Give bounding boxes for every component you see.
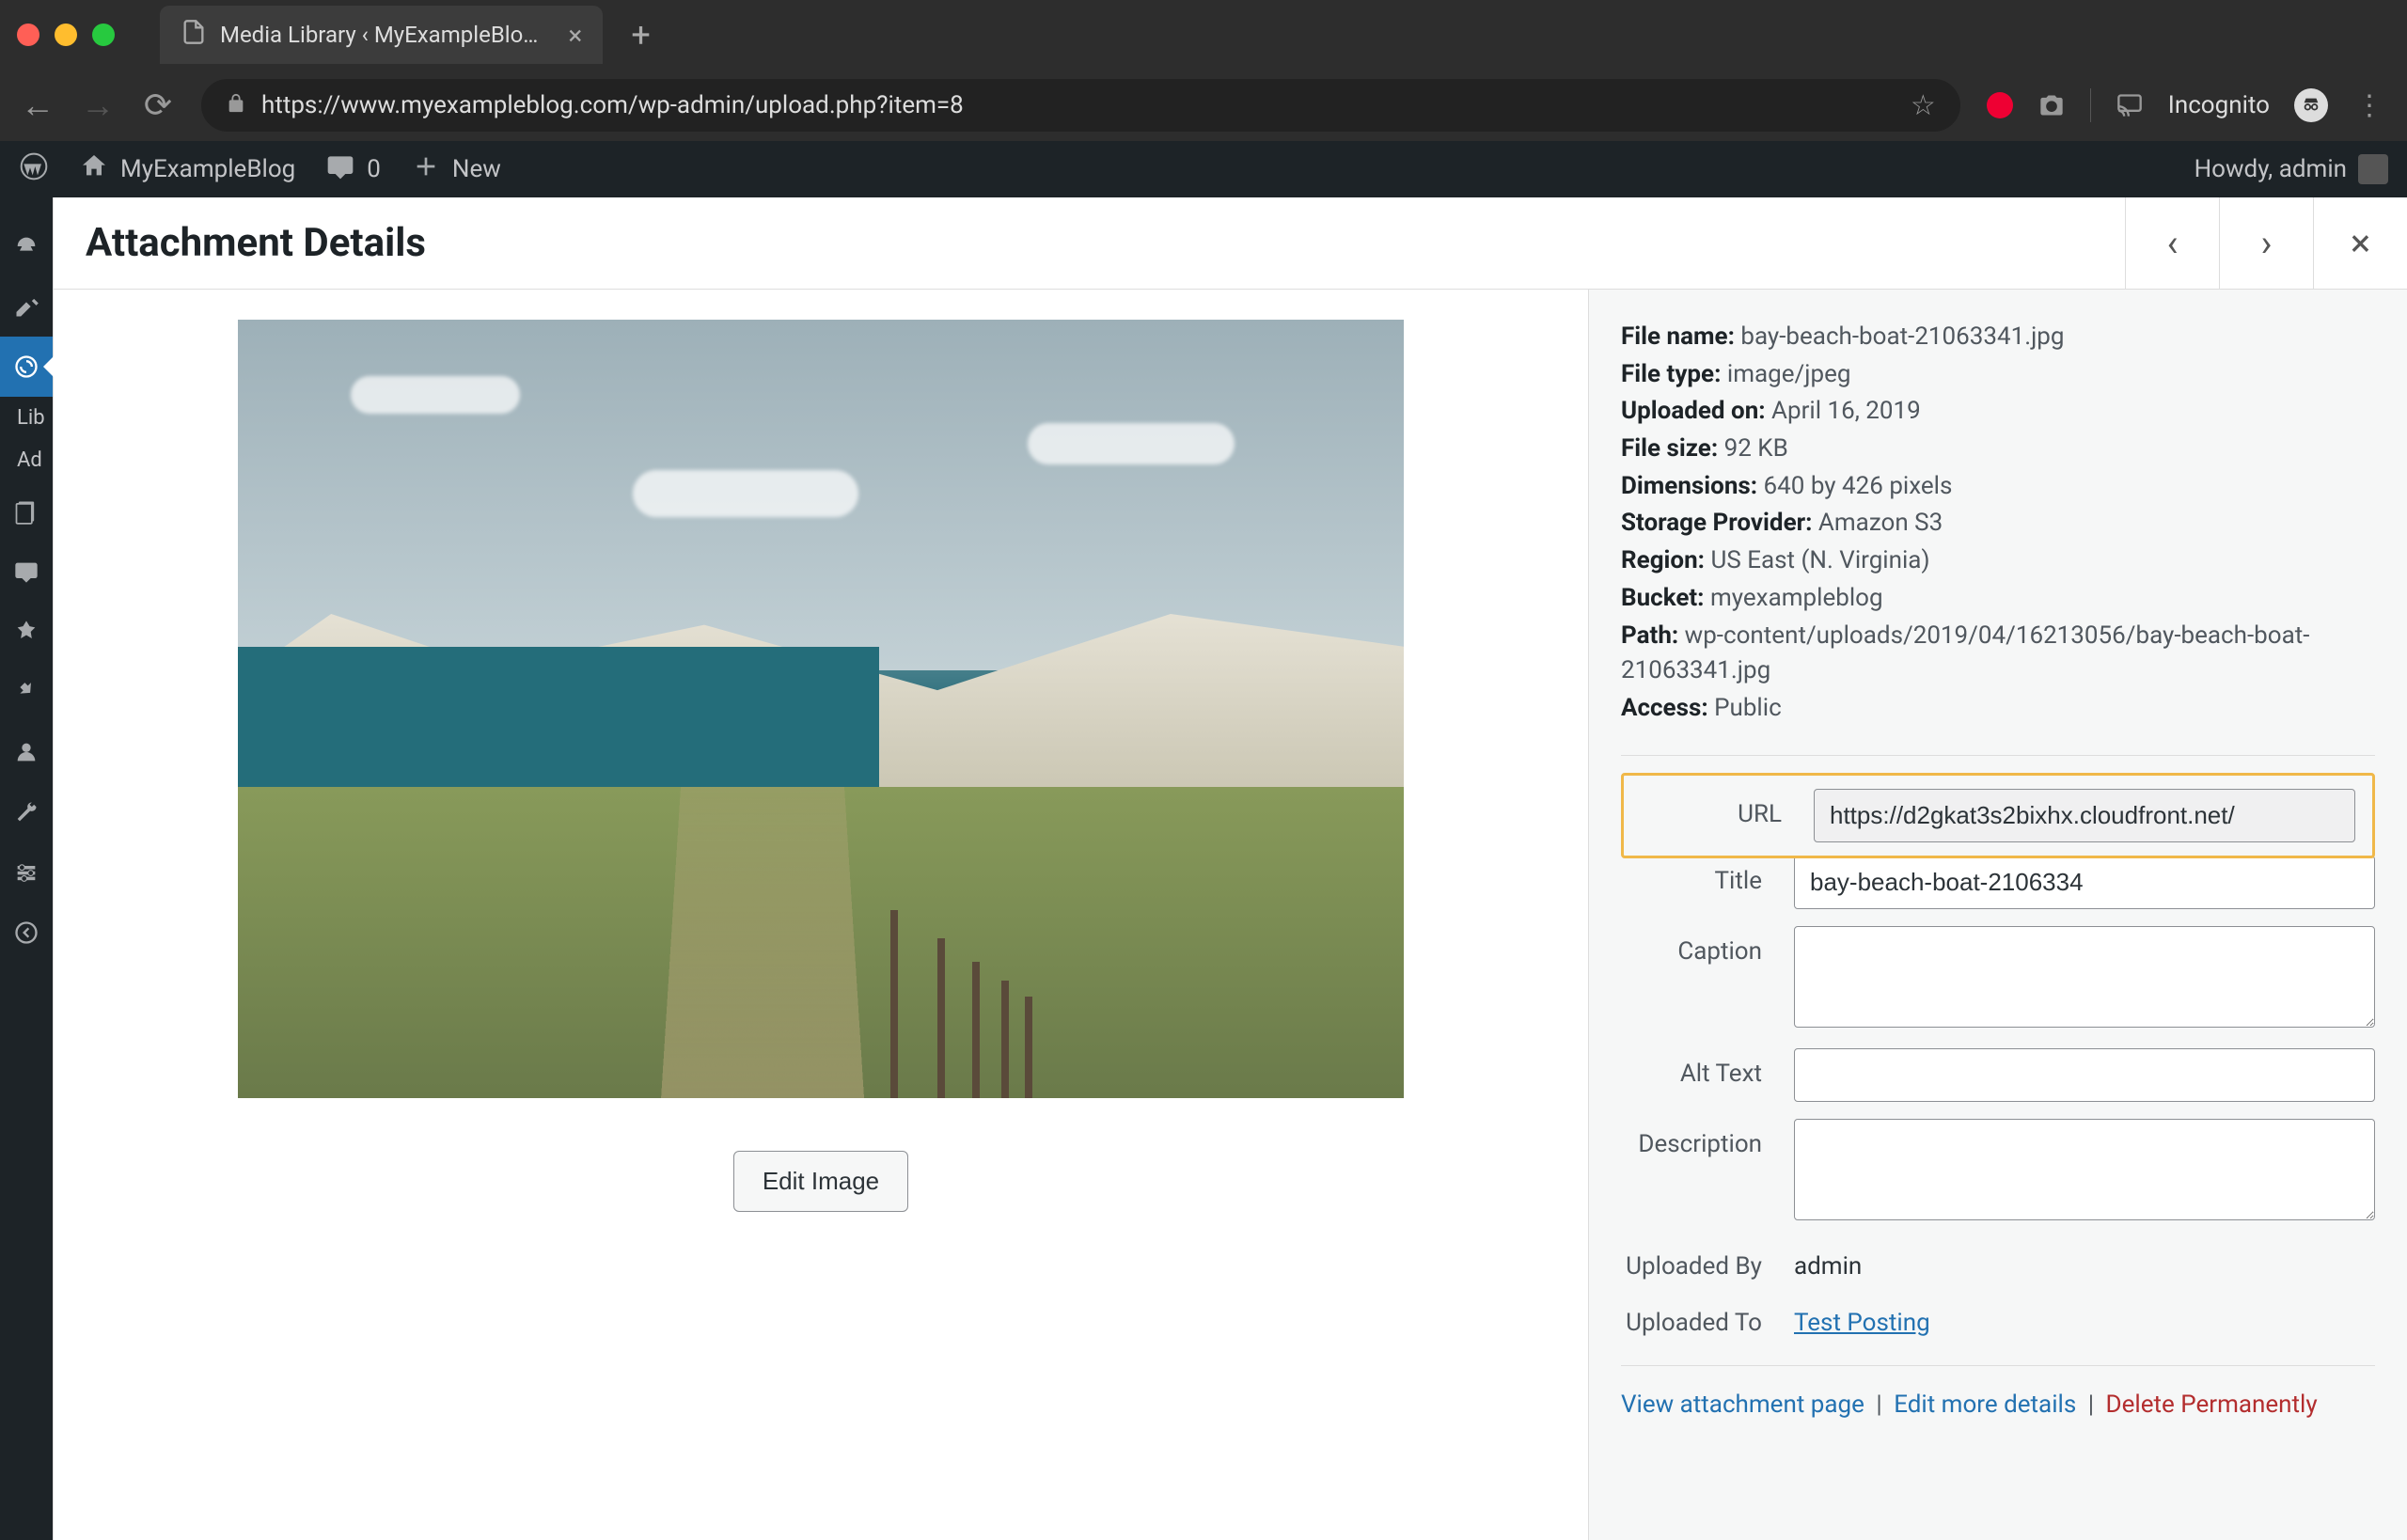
page-body: Lib Ad Attachment Details ‹ <box>0 197 2407 1540</box>
site-name: MyExampleBlog <box>120 155 295 183</box>
browser-chrome: Media Library ‹ MyExampleBlo… × + ← → ⟳ … <box>0 0 2407 141</box>
url-text: https://www.myexampleblog.com/wp-admin/u… <box>261 91 1896 119</box>
url-label: URL <box>1641 789 1782 828</box>
separator <box>1621 755 2375 756</box>
meta-bucket: Bucket: myexampleblog <box>1621 581 2375 617</box>
wordpress-icon <box>19 151 49 188</box>
modal-title: Attachment Details <box>54 220 2125 266</box>
wp-logo-menu[interactable] <box>19 151 49 188</box>
comments-icon <box>325 151 355 188</box>
attachment-details-pane: File name: bay-beach-boat-21063341.jpg F… <box>1589 290 2407 1540</box>
description-label: Description <box>1621 1119 1762 1158</box>
separator <box>1621 1365 2375 1366</box>
howdy-account[interactable]: Howdy, admin <box>2195 154 2388 184</box>
meta-uploaded-on: Uploaded on: April 16, 2019 <box>1621 394 2375 430</box>
sidebar-item-tools[interactable] <box>0 782 53 842</box>
description-textarea[interactable] <box>1794 1119 2375 1220</box>
star-icon[interactable]: ☆ <box>1911 89 1936 122</box>
divider <box>2090 88 2091 122</box>
sidebar-item-comments[interactable] <box>0 542 53 602</box>
site-name-link[interactable]: MyExampleBlog <box>79 151 295 188</box>
reload-button[interactable]: ⟳ <box>141 86 175 125</box>
url-bar: ← → ⟳ https://www.myexampleblog.com/wp-a… <box>0 70 2407 141</box>
sidebar-item-pages[interactable] <box>0 481 53 542</box>
attachment-details-modal: Attachment Details ‹ › × <box>53 197 2407 1540</box>
home-icon <box>79 151 109 188</box>
plus-icon <box>411 151 441 188</box>
close-modal-button[interactable]: × <box>2313 197 2407 290</box>
meta-storage-provider: Storage Provider: Amazon S3 <box>1621 506 2375 542</box>
camera-icon[interactable] <box>2037 91 2066 119</box>
uploaded-by-value: admin <box>1794 1241 2375 1281</box>
new-label: New <box>452 155 501 183</box>
uploaded-by-label: Uploaded By <box>1621 1241 1762 1281</box>
alt-text-label: Alt Text <box>1621 1048 1762 1088</box>
sidebar-item-posts[interactable] <box>0 276 53 337</box>
maximize-window-button[interactable] <box>92 24 115 46</box>
wp-admin-bar: MyExampleBlog 0 New Howdy, admin <box>0 141 2407 197</box>
sidebar-item-appearance[interactable] <box>0 602 53 662</box>
meta-region: Region: US East (N. Virginia) <box>1621 543 2375 579</box>
incognito-icon[interactable] <box>2294 88 2328 122</box>
sidebar-collapse-button[interactable] <box>0 903 53 963</box>
minimize-window-button[interactable] <box>55 24 77 46</box>
close-tab-button[interactable]: × <box>568 20 582 51</box>
sidebar-sub-add-new[interactable]: Ad <box>0 439 53 481</box>
alt-text-input[interactable] <box>1794 1048 2375 1102</box>
title-label: Title <box>1621 856 1762 895</box>
new-tab-button[interactable]: + <box>631 15 650 55</box>
forward-button[interactable]: → <box>81 86 115 125</box>
extension-shield-icon[interactable] <box>1987 92 2013 118</box>
uploaded-to-link[interactable]: Test Posting <box>1794 1309 1930 1337</box>
caption-label: Caption <box>1621 926 1762 966</box>
prev-attachment-button[interactable]: ‹ <box>2125 197 2219 290</box>
uploaded-to-label: Uploaded To <box>1621 1297 1762 1337</box>
meta-path: Path: wp-content/uploads/2019/04/1621305… <box>1621 619 2375 689</box>
titlebar: Media Library ‹ MyExampleBlo… × + <box>0 0 2407 70</box>
next-attachment-button[interactable]: › <box>2219 197 2313 290</box>
action-links: View attachment page | Edit more details… <box>1621 1391 2375 1419</box>
edit-more-details-link[interactable]: Edit more details <box>1894 1391 2076 1419</box>
tab-title: Media Library ‹ MyExampleBlo… <box>220 22 538 48</box>
sidebar-sub-library[interactable]: Lib <box>0 397 53 439</box>
browser-menu-button[interactable]: ⋮ <box>2352 89 2386 122</box>
attachment-preview-pane: Edit Image <box>54 290 1589 1540</box>
lock-icon <box>226 93 246 118</box>
incognito-label: Incognito <box>2168 91 2270 119</box>
url-field-highlight: URL <box>1621 773 2375 858</box>
meta-file-type: File type: image/jpeg <box>1621 357 2375 393</box>
toolbar-right: Incognito ⋮ <box>1987 88 2386 122</box>
delete-permanently-link[interactable]: Delete Permanently <box>2106 1391 2318 1419</box>
title-input[interactable] <box>1794 856 2375 909</box>
howdy-text: Howdy, admin <box>2195 155 2347 183</box>
modal-header: Attachment Details ‹ › × <box>54 197 2407 290</box>
back-button[interactable]: ← <box>21 86 55 125</box>
sidebar-item-settings[interactable] <box>0 842 53 903</box>
meta-dimensions: Dimensions: 640 by 426 pixels <box>1621 469 2375 505</box>
meta-file-name: File name: bay-beach-boat-21063341.jpg <box>1621 320 2375 355</box>
url-input[interactable] <box>1814 789 2355 842</box>
close-window-button[interactable] <box>17 24 39 46</box>
comments-link[interactable]: 0 <box>325 151 381 188</box>
attachment-image <box>238 320 1404 1098</box>
sidebar-item-plugins[interactable] <box>0 662 53 722</box>
browser-tab[interactable]: Media Library ‹ MyExampleBlo… × <box>160 6 603 64</box>
meta-access: Access: Public <box>1621 691 2375 727</box>
cast-icon[interactable] <box>2116 91 2144 119</box>
wp-admin-sidebar: Lib Ad <box>0 197 53 1540</box>
avatar <box>2358 154 2388 184</box>
modal-content: Edit Image File name: bay-beach-boat-210… <box>54 290 2407 1540</box>
sidebar-item-media[interactable] <box>0 337 53 397</box>
edit-image-button[interactable]: Edit Image <box>733 1151 908 1212</box>
new-content-link[interactable]: New <box>411 151 501 188</box>
comments-count: 0 <box>367 155 381 183</box>
address-bar[interactable]: https://www.myexampleblog.com/wp-admin/u… <box>201 79 1960 132</box>
meta-file-size: File size: 92 KB <box>1621 432 2375 467</box>
view-attachment-page-link[interactable]: View attachment page <box>1621 1391 1864 1419</box>
window-controls <box>17 24 115 46</box>
sidebar-item-dashboard[interactable] <box>0 216 53 276</box>
caption-textarea[interactable] <box>1794 926 2375 1028</box>
page-icon <box>181 19 207 51</box>
sidebar-item-users[interactable] <box>0 722 53 782</box>
